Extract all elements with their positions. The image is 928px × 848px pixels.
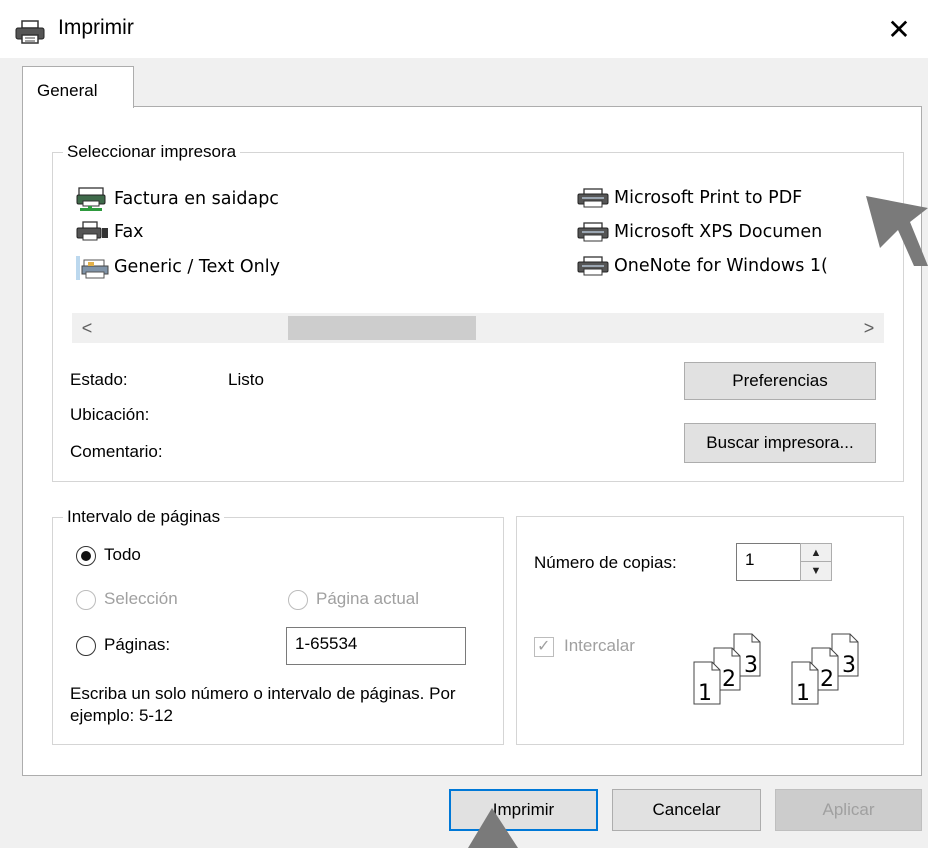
radio-selection[interactable] (76, 590, 96, 610)
collate-label: Intercalar (564, 636, 635, 655)
scrollbar-thumb[interactable] (288, 316, 476, 340)
radio-all[interactable] (76, 546, 96, 566)
generic-printer-icon (76, 256, 109, 280)
collate-checkbox[interactable]: ✓ (534, 637, 554, 657)
pages-input[interactable]: 1-65534 (286, 627, 466, 665)
collate-page-2: 2 (722, 667, 736, 692)
printer-item-xps[interactable]: Microsoft XPS Documen (576, 220, 822, 244)
collate-page-2: 2 (820, 667, 834, 692)
status-value: Listo (228, 370, 264, 389)
copies-input[interactable]: 1 (736, 543, 802, 581)
title-bar: Imprimir ✕ (0, 0, 928, 58)
collate-page-3: 3 (744, 653, 758, 678)
check-icon: ✓ (537, 638, 551, 655)
scroll-left-button[interactable]: < (72, 313, 102, 343)
cancel-button[interactable]: Cancelar (612, 789, 761, 831)
chevron-left-icon: < (81, 317, 93, 338)
fax-icon (76, 221, 108, 241)
spinner-down-icon[interactable]: ▼ (801, 562, 831, 580)
select-printer-legend: Seleccionar impresora (67, 142, 237, 161)
pointer-arrow-icon (866, 196, 928, 266)
radio-pages[interactable] (76, 636, 96, 656)
copies-label: Número de copias: (534, 553, 677, 572)
printer-item-generic[interactable]: Generic / Text Only (76, 254, 280, 280)
printer-list-scrollbar[interactable]: < > (72, 313, 884, 343)
page-range-hint: Escriba un solo número o intervalo de pá… (70, 684, 456, 725)
printer-item-onenote[interactable]: OneNote for Windows 1( (576, 254, 828, 278)
chevron-right-icon: > (863, 317, 875, 338)
find-printer-button[interactable]: Buscar impresora... (684, 423, 876, 463)
apply-button[interactable]: Aplicar (775, 789, 922, 831)
printer-item-fax[interactable]: Fax (76, 220, 144, 244)
status-label: Estado: (70, 370, 128, 389)
radio-current-page-label: Página actual (316, 589, 420, 608)
window-title: Imprimir (58, 16, 134, 39)
printer-item-factura[interactable]: Factura en saidapc (76, 186, 279, 212)
close-icon: ✕ (887, 13, 911, 45)
collate-page-3: 3 (842, 653, 856, 678)
collate-page-1: 1 (698, 681, 712, 706)
tab-general[interactable]: General (22, 66, 134, 108)
comment-label: Comentario: (70, 442, 163, 461)
tab-label: General (37, 81, 98, 100)
pointer-arrow-icon (468, 808, 518, 848)
radio-selection-label: Selección (104, 589, 178, 608)
printer-icon (15, 20, 45, 44)
printer-icon (577, 256, 609, 276)
copies-spinner[interactable]: ▲ ▼ (800, 543, 832, 581)
collate-page-1: 1 (796, 681, 810, 706)
network-printer-icon (76, 187, 106, 211)
radio-pages-label: Páginas: (104, 635, 171, 654)
radio-current-page[interactable] (288, 590, 308, 610)
printer-item-print-to-pdf[interactable]: Microsoft Print to PDF (576, 186, 802, 210)
preferences-button[interactable]: Preferencias (684, 362, 876, 400)
scroll-right-button[interactable]: > (854, 313, 884, 343)
close-button[interactable]: ✕ (870, 0, 928, 58)
location-label: Ubicación: (70, 405, 150, 424)
radio-all-label: Todo (104, 545, 141, 564)
printer-icon (577, 188, 609, 208)
spinner-up-icon[interactable]: ▲ (801, 544, 831, 562)
printer-icon (577, 222, 609, 242)
collate-pages-icon: 1 2 3 1 2 3 (693, 633, 859, 706)
page-range-legend: Intervalo de páginas (67, 507, 221, 526)
